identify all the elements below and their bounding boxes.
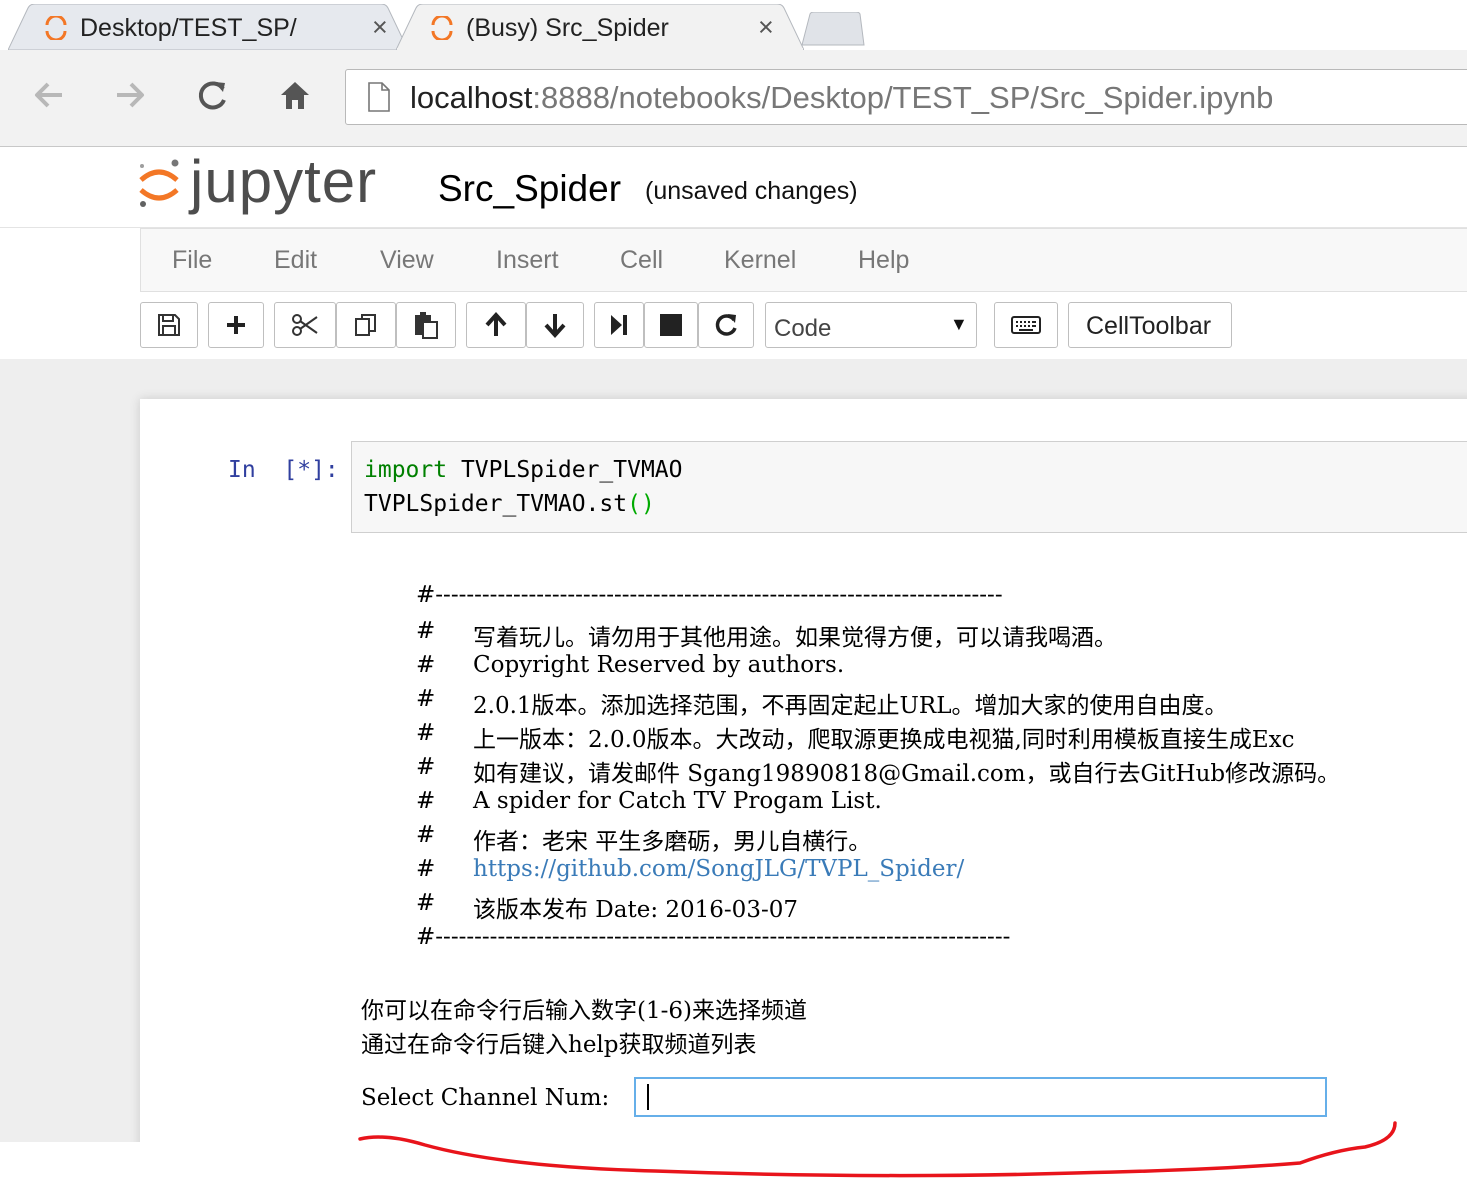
output-line: 如有建议，请发邮件 Sgang19890818@Gmail.com，或自行去Gi… (473, 761, 1341, 787)
cut-button[interactable] (274, 302, 336, 348)
arrow-up-icon (485, 312, 507, 336)
tab-desktop[interactable]: Desktop/TEST_SP/ × (8, 4, 408, 50)
output-hash: # (416, 890, 436, 916)
step-forward-icon (611, 315, 627, 335)
scissors-icon (292, 314, 318, 336)
menu-insert[interactable]: Insert (496, 246, 559, 275)
close-icon[interactable]: × (372, 14, 388, 41)
output-line: 写着玩儿。请勿用于其他用途。如果觉得方便，可以请我喝酒。 (473, 625, 1117, 651)
dropdown-arrow-icon: ▼ (950, 314, 968, 334)
save-status: (unsaved changes) (645, 177, 858, 205)
restart-kernel-button[interactable] (698, 302, 754, 348)
copy-button[interactable] (336, 302, 396, 348)
output-line: 2.0.1版本。添加选择范围，不再固定起止URL。增加大家的使用自由度。 (473, 693, 1228, 719)
tab-src-spider[interactable]: (Busy) Src_Spider × (396, 4, 804, 50)
output-hash: # (416, 652, 436, 678)
home-icon[interactable] (278, 78, 312, 112)
output-rule-top: #---------------------------------------… (416, 582, 1003, 608)
insert-cell-button[interactable] (208, 302, 264, 348)
back-icon[interactable] (32, 78, 66, 112)
github-link[interactable]: https://github.com/SongJLG/TVPL_Spider/ (473, 856, 964, 882)
output-hash: # (416, 754, 436, 780)
code-line-2: TVPLSpider_TVMAO.st() (364, 491, 655, 517)
menu-bar (140, 228, 1467, 292)
save-button[interactable] (140, 302, 198, 348)
output-line: 作者：老宋 平生多磨砺，男儿自横行。 (473, 829, 872, 855)
url-host: localhost (410, 80, 533, 115)
save-icon (158, 314, 180, 336)
code-module: TVPLSpider_TVMAO (447, 457, 683, 483)
celltoolbar-label: CellToolbar (1086, 312, 1212, 340)
output-hash: # (416, 618, 436, 644)
channel-num-input[interactable] (634, 1077, 1327, 1117)
code-input-area[interactable] (351, 441, 1467, 533)
output-hash: # (416, 686, 436, 712)
output-line: 该版本发布 Date: 2016-03-07 (473, 897, 798, 923)
stop-icon (660, 314, 682, 336)
paste-icon (415, 312, 438, 339)
interrupt-button[interactable] (644, 302, 698, 348)
page-icon (368, 82, 390, 112)
output-hash: # (416, 720, 436, 746)
jupyter-logo-icon[interactable] (136, 158, 182, 210)
output-line: Copyright Reserved by authors. (473, 652, 845, 678)
code-keyword: import (364, 457, 448, 483)
menu-file[interactable]: File (172, 246, 212, 275)
menu-kernel[interactable]: Kernel (724, 246, 796, 275)
output-hint-1: 你可以在命令行后输入数字(1-6)来选择频道 (361, 998, 807, 1024)
command-palette-button[interactable] (994, 302, 1058, 348)
new-tab-button[interactable] (800, 12, 866, 46)
code-parens: () (627, 491, 655, 517)
code-call: TVPLSpider_TVMAO.st (364, 491, 628, 517)
output-hash: # (416, 856, 436, 882)
move-up-button[interactable] (466, 302, 526, 348)
output-hint-2: 通过在命令行后键入help获取频道列表 (361, 1032, 757, 1058)
red-annotation-stroke (358, 1121, 1397, 1178)
text-caret (647, 1084, 649, 1110)
url-text[interactable]: localhost:8888/notebooks/Desktop/TEST_SP… (410, 80, 1273, 116)
arrow-down-icon (544, 314, 566, 338)
menu-edit[interactable]: Edit (274, 246, 317, 275)
menu-view[interactable]: View (380, 246, 434, 275)
url-path: :8888/notebooks/Desktop/TEST_SP/Src_Spid… (532, 80, 1274, 115)
close-icon[interactable]: × (758, 14, 774, 41)
menu-cell[interactable]: Cell (620, 246, 663, 275)
menu-help[interactable]: Help (858, 246, 909, 275)
input-label: Select Channel Num: (361, 1085, 610, 1111)
output-hash: # (416, 822, 436, 848)
output-rule-bottom: #---------------------------------------… (416, 924, 1011, 950)
tab-title: (Busy) Src_Spider (466, 14, 669, 42)
notebook-name[interactable]: Src_Spider (438, 168, 621, 210)
cell-type-value: Code (774, 315, 832, 342)
refresh-icon (715, 314, 737, 336)
jupyter-wordmark[interactable]: jupyter (190, 147, 377, 216)
reload-icon[interactable] (196, 78, 230, 112)
output-line: 上一版本：2.0.0版本。大改动，爬取源更换成电视猫,同时利用模板直接生成Exc (473, 727, 1295, 753)
output-hash: # (416, 788, 436, 814)
move-down-button[interactable] (526, 302, 584, 348)
jupyter-favicon-icon (431, 16, 453, 40)
run-button[interactable] (594, 302, 644, 348)
code-line-1: import TVPLSpider_TVMAO (364, 457, 683, 483)
forward-icon[interactable] (113, 78, 147, 112)
tab-title: Desktop/TEST_SP/ (80, 14, 297, 42)
jupyter-favicon-icon (45, 16, 67, 40)
plus-icon (227, 316, 245, 334)
keyboard-icon (1011, 316, 1041, 334)
paste-button[interactable] (396, 302, 456, 348)
output-line: A spider for Catch TV Progam List. (473, 788, 882, 814)
input-prompt: In [*]: (228, 457, 339, 483)
copy-icon (355, 314, 376, 336)
